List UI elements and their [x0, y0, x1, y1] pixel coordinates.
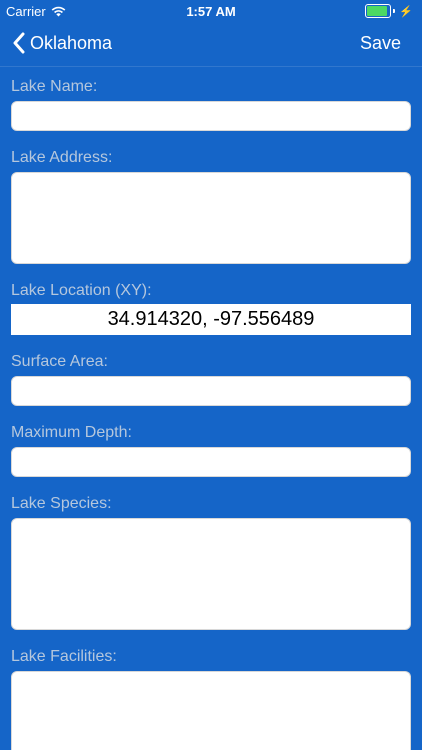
surface-area-input[interactable]	[11, 376, 411, 406]
status-time: 1:57 AM	[186, 4, 236, 19]
lake-species-label: Lake Species:	[11, 495, 112, 512]
surface-area-label: Surface Area:	[11, 353, 108, 370]
lake-name-input[interactable]	[11, 101, 411, 131]
lake-species-input[interactable]	[11, 518, 411, 630]
maximum-depth-input[interactable]	[11, 447, 411, 477]
status-bar: Carrier 1:57 AM ⚡	[0, 0, 422, 22]
maximum-depth-label: Maximum Depth:	[11, 424, 132, 441]
lake-address-input[interactable]	[11, 172, 411, 264]
lake-facilities-label: Lake Facilities:	[11, 648, 117, 665]
lake-address-label: Lake Address:	[11, 149, 113, 166]
navigation-bar: Oklahoma Save	[0, 22, 422, 67]
save-button[interactable]: Save	[360, 33, 401, 54]
back-button[interactable]: Oklahoma	[12, 32, 112, 54]
lake-facilities-input[interactable]	[11, 671, 411, 750]
battery-level	[367, 6, 388, 16]
lake-location-value[interactable]: 34.914320, -97.556489	[11, 304, 411, 335]
lake-location-label: Lake Location (XY):	[11, 282, 152, 299]
chevron-left-icon	[13, 32, 25, 54]
charging-bolt-icon: ⚡	[399, 5, 413, 18]
battery-icon: ⚡	[365, 4, 413, 18]
back-button-label: Oklahoma	[30, 32, 113, 53]
lake-name-label: Lake Name:	[11, 78, 98, 95]
